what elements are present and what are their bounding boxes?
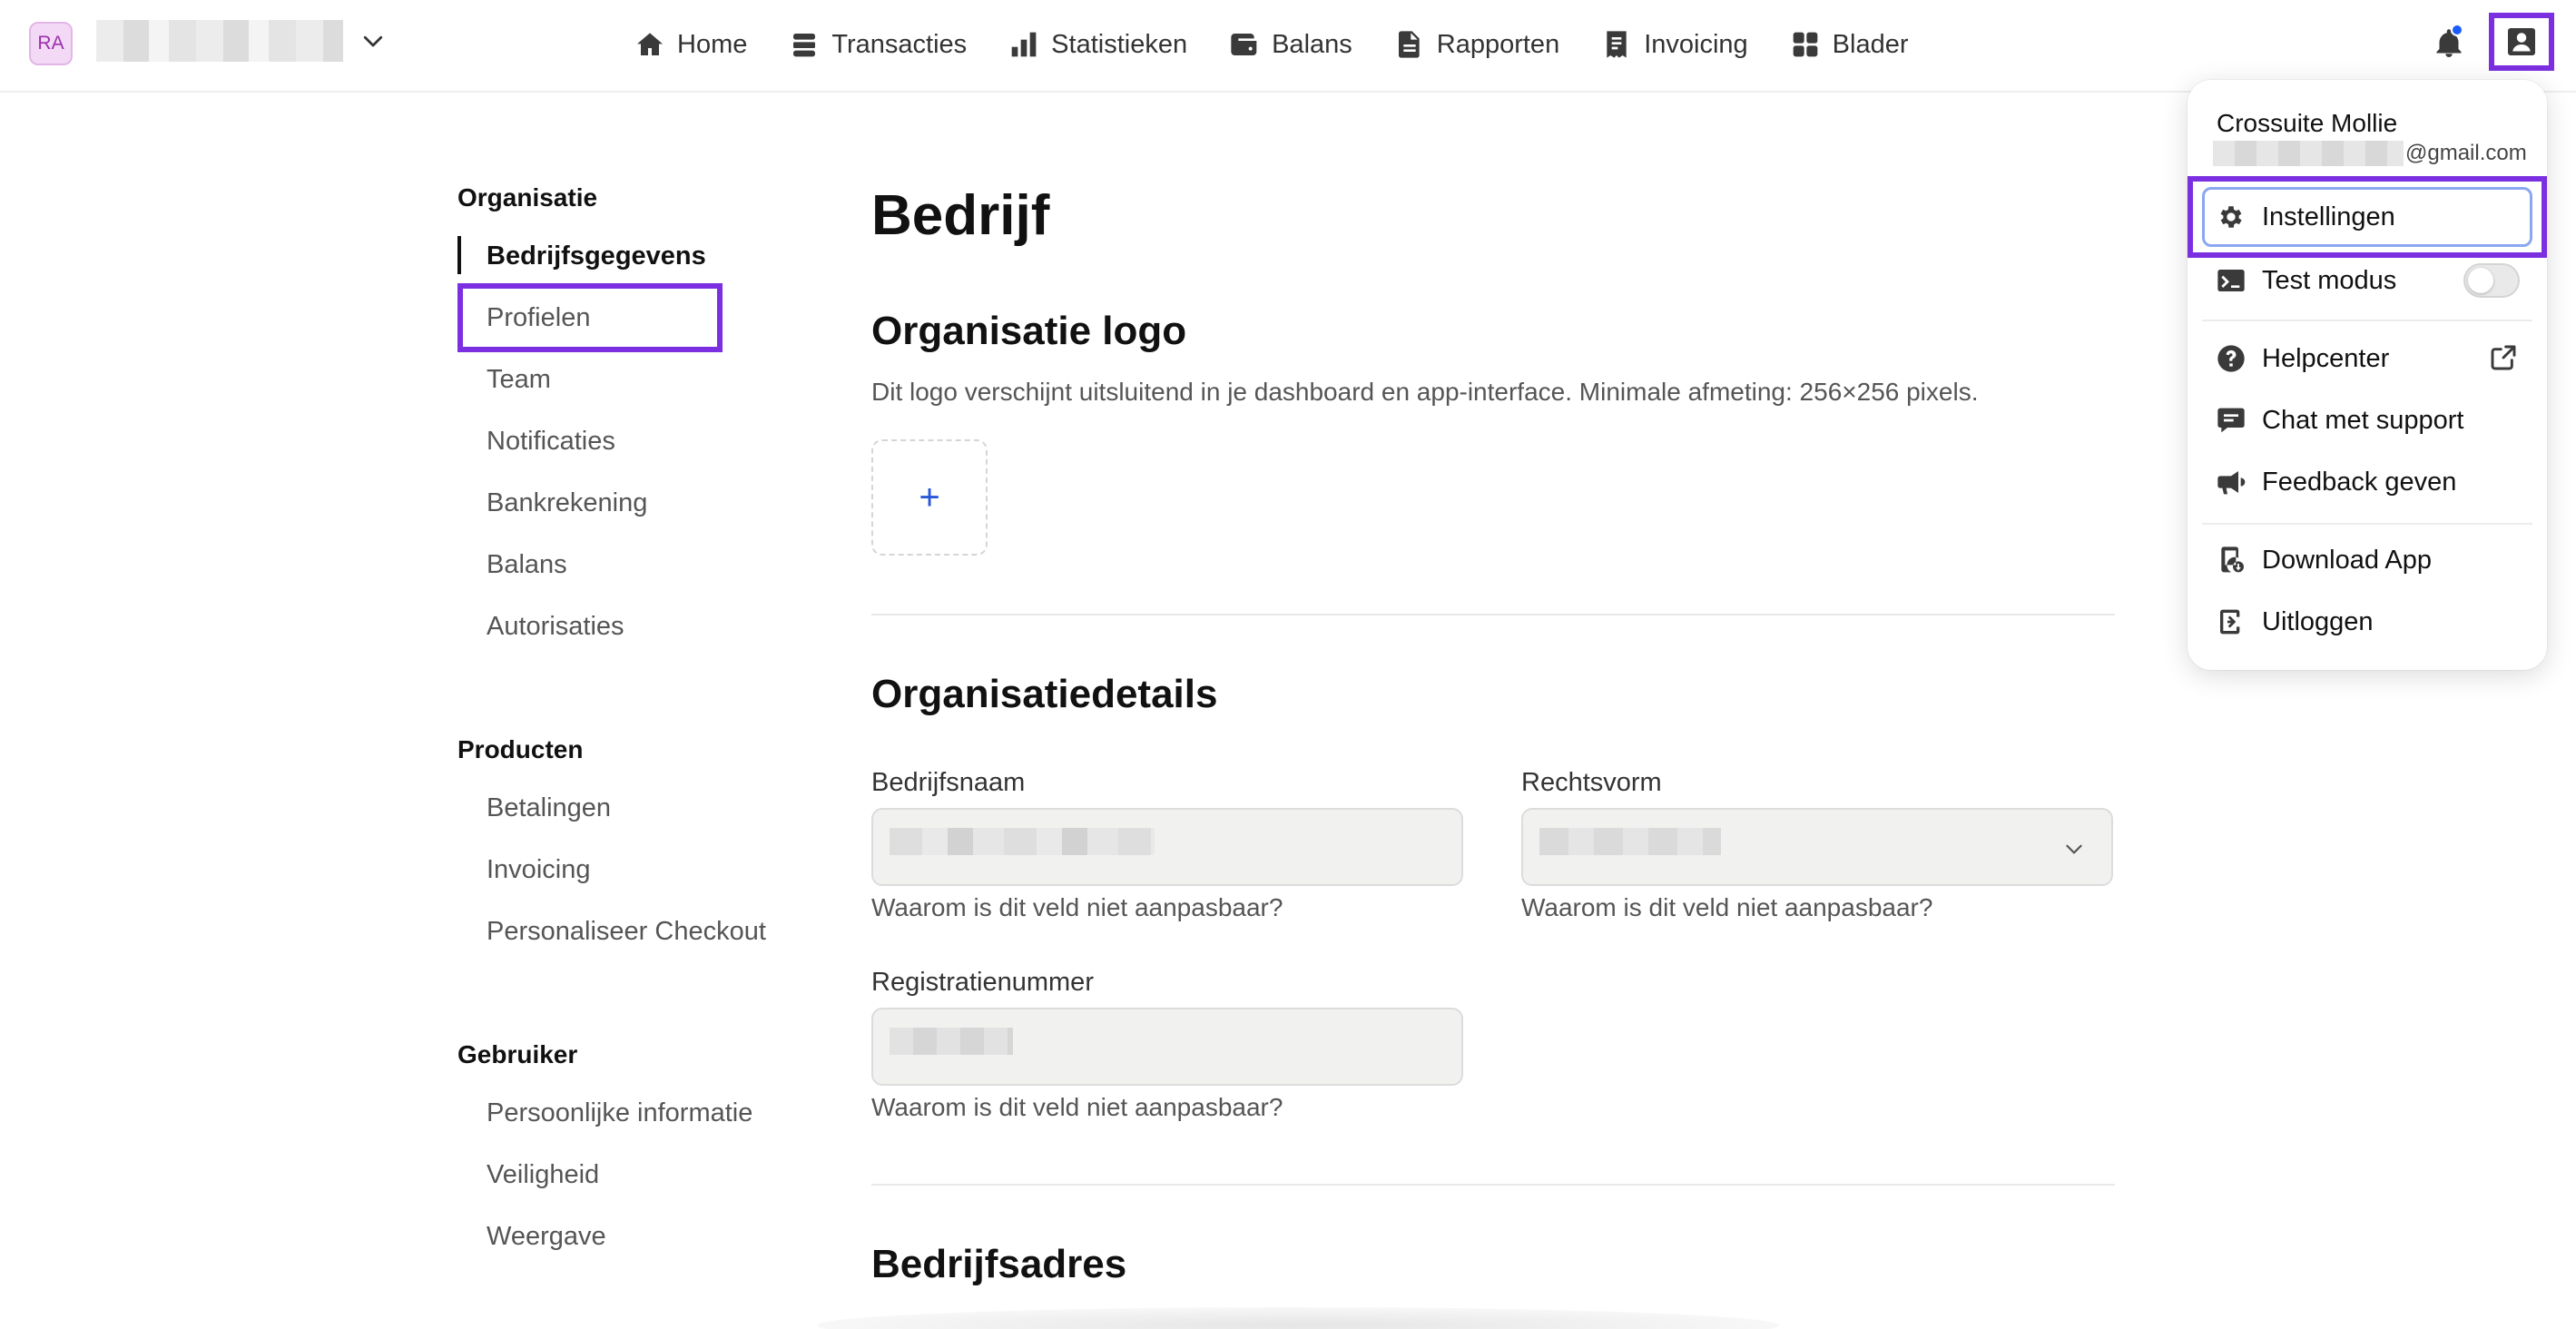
user-menu-button[interactable] bbox=[2489, 13, 2554, 71]
menu-item-label: Feedback geven bbox=[2262, 467, 2457, 497]
menu-item-label: Uitloggen bbox=[2262, 606, 2374, 636]
phone-download-icon bbox=[2221, 546, 2244, 573]
menu-item-label: Test modus bbox=[2262, 265, 2397, 295]
sidebar-item-profielen[interactable]: Profielen bbox=[487, 303, 590, 333]
section-heading-details: Organisatiedetails bbox=[871, 672, 1218, 716]
menu-item-download-app[interactable]: Download App bbox=[2217, 539, 2525, 581]
menu-item-uitloggen[interactable]: Uitloggen bbox=[2217, 601, 2525, 643]
menu-divider bbox=[2202, 523, 2532, 525]
megaphone-icon bbox=[2217, 471, 2246, 495]
nav-label: Statistieken bbox=[1051, 29, 1188, 59]
nav-label: Blader bbox=[1832, 29, 1909, 59]
sidebar-item-team[interactable]: Team bbox=[487, 365, 551, 395]
bar-chart-icon bbox=[1011, 32, 1037, 57]
email-suffix: @gmail.com bbox=[2405, 141, 2527, 165]
sidebar-item-notificaties[interactable]: Notificaties bbox=[487, 427, 615, 457]
user-email: @gmail.com bbox=[2213, 140, 2527, 167]
toggle-knob bbox=[2468, 268, 2493, 293]
document-icon bbox=[1398, 31, 1420, 58]
menu-item-label: Chat met support bbox=[2262, 405, 2464, 435]
sidebar-item-persoonlijke-informatie[interactable]: Persoonlijke informatie bbox=[487, 1098, 752, 1128]
menu-item-helpcenter[interactable]: Helpcenter bbox=[2217, 338, 2525, 379]
section-heading-address: Bedrijfsadres bbox=[871, 1242, 1127, 1286]
field-label-bedrijfsnaam: Bedrijfsnaam bbox=[871, 768, 1026, 797]
nav-balans[interactable]: Balans bbox=[1230, 20, 1352, 69]
external-link-icon[interactable] bbox=[2489, 343, 2518, 372]
nav-rapporten[interactable]: Rapporten bbox=[1395, 20, 1559, 69]
nav-transacties[interactable]: Transacties bbox=[790, 20, 967, 69]
sidebar-item-balans[interactable]: Balans bbox=[487, 550, 567, 580]
menu-item-label: Download App bbox=[2262, 545, 2433, 575]
transactions-icon bbox=[793, 34, 816, 57]
sidebar-group-title: Gebruiker bbox=[457, 1040, 578, 1068]
field-help-link[interactable]: Waarom is dit veld niet aanpasbaar? bbox=[871, 893, 1283, 922]
help-icon bbox=[2217, 345, 2245, 372]
active-indicator bbox=[457, 236, 461, 274]
field-help-link[interactable]: Waarom is dit veld niet aanpasbaar? bbox=[1521, 893, 1932, 922]
chat-icon bbox=[2217, 408, 2245, 433]
sidebar-item-personaliseer-checkout[interactable]: Personaliseer Checkout bbox=[487, 917, 766, 947]
add-logo-button[interactable]: + bbox=[871, 439, 988, 556]
section-heading-logo: Organisatie logo bbox=[871, 309, 1187, 353]
menu-item-label: Helpcenter bbox=[2262, 343, 2390, 373]
nav-label: Rapporten bbox=[1436, 29, 1560, 59]
wallet-icon bbox=[1231, 34, 1257, 55]
redacted-value bbox=[890, 828, 1155, 855]
nav-label: Invoicing bbox=[1644, 29, 1748, 59]
notification-dot bbox=[2451, 24, 2463, 36]
sidebar-item-veiligheid[interactable]: Veiligheid bbox=[487, 1160, 599, 1190]
nav-invoicing[interactable]: Invoicing bbox=[1602, 20, 1748, 69]
redacted-value bbox=[2213, 141, 2404, 166]
divider bbox=[871, 1184, 2115, 1186]
org-avatar[interactable]: RA bbox=[29, 22, 73, 65]
gear-icon bbox=[2220, 206, 2242, 228]
field-label-registratienummer: Registratienummer bbox=[871, 968, 1094, 997]
org-name-redacted[interactable] bbox=[96, 20, 343, 62]
nav-blader[interactable]: Blader bbox=[1791, 20, 1909, 69]
sidebar-item-weergave[interactable]: Weergave bbox=[487, 1222, 606, 1252]
menu-item-feedback-geven[interactable]: Feedback geven bbox=[2217, 461, 2525, 503]
menu-item-label: Instellingen bbox=[2262, 202, 2395, 231]
sidebar-item-bankrekening[interactable]: Bankrekening bbox=[487, 488, 647, 518]
invoice-icon bbox=[1607, 31, 1627, 58]
bedrijfsnaam-field[interactable] bbox=[871, 808, 1463, 886]
rechtsvorm-select[interactable] bbox=[1521, 808, 2113, 886]
redacted-value bbox=[890, 1028, 1013, 1055]
menu-item-instellingen[interactable]: Instellingen bbox=[2217, 196, 2525, 238]
floating-bar-shadow bbox=[817, 1307, 1779, 1329]
grid-icon bbox=[1793, 32, 1818, 57]
plus-icon: + bbox=[919, 477, 940, 517]
page-title: Bedrijf bbox=[871, 184, 1050, 247]
divider bbox=[871, 614, 2115, 615]
logo-description: Dit logo verschijnt uitsluitend in je da… bbox=[871, 378, 1979, 406]
nav-label: Transacties bbox=[831, 29, 968, 59]
menu-divider bbox=[2202, 320, 2532, 321]
user-name: Crossuite Mollie bbox=[2217, 109, 2398, 137]
sidebar-group-title: Producten bbox=[457, 735, 584, 763]
sidebar-item-betalingen[interactable]: Betalingen bbox=[487, 793, 611, 823]
menu-item-chat-met-support[interactable]: Chat met support bbox=[2217, 399, 2525, 441]
nav-label: Home bbox=[677, 29, 748, 59]
sidebar-item-autorisaties[interactable]: Autorisaties bbox=[487, 612, 624, 642]
nav-label: Balans bbox=[1272, 29, 1352, 59]
field-label-rechtsvorm: Rechtsvorm bbox=[1521, 768, 1662, 797]
sidebar-group-title: Organisatie bbox=[457, 183, 598, 212]
sidebar-item-invoicing[interactable]: Invoicing bbox=[487, 855, 590, 885]
user-icon bbox=[2508, 28, 2535, 55]
sidebar-item-bedrijfsgegevens[interactable]: Bedrijfsgegevens bbox=[487, 241, 706, 271]
terminal-icon bbox=[2217, 270, 2245, 291]
top-bar: RA Home Transacties Statistieken Balans … bbox=[0, 0, 2576, 93]
logout-icon bbox=[2220, 609, 2240, 635]
field-help-link[interactable]: Waarom is dit veld niet aanpasbaar? bbox=[871, 1093, 1283, 1122]
user-dropdown-menu: Crossuite Mollie @gmail.com Instellingen… bbox=[2188, 80, 2547, 670]
chevron-down-icon[interactable] bbox=[359, 27, 387, 54]
registratienummer-field[interactable] bbox=[871, 1008, 1463, 1086]
main-nav: Home Transacties Statistieken Balans Rap… bbox=[635, 20, 1952, 69]
chevron-down-icon bbox=[2066, 844, 2082, 854]
test-mode-toggle[interactable] bbox=[2463, 263, 2520, 298]
home-icon bbox=[637, 33, 663, 55]
redacted-value bbox=[1539, 828, 1721, 855]
nav-home[interactable]: Home bbox=[635, 20, 747, 69]
nav-statistieken[interactable]: Statistieken bbox=[1009, 20, 1187, 69]
